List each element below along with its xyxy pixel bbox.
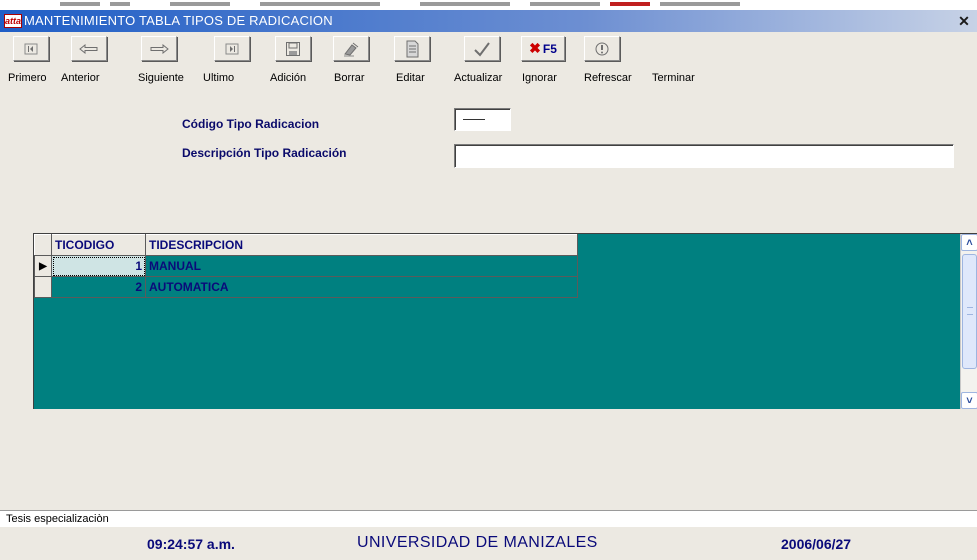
background-artifact-strip: [0, 0, 977, 10]
last-record-button[interactable]: [214, 36, 250, 61]
cell-description[interactable]: MANUAL: [145, 255, 578, 277]
last-label[interactable]: Ultimo: [203, 72, 234, 84]
edit-label[interactable]: Editar: [396, 72, 425, 84]
status-message-bar: Tesis especializaciòn: [0, 510, 977, 527]
input-cursor-line: [463, 119, 485, 120]
description-input[interactable]: [455, 145, 953, 167]
scroll-down-button[interactable]: ˅: [961, 392, 977, 409]
column-header-ticodigo[interactable]: TICODIGO: [51, 234, 146, 256]
toolbar-labels: Primero Anterior Siguiente Ultimo Adició…: [0, 72, 977, 86]
toolbar: ✖ F5: [0, 32, 977, 62]
add-button[interactable]: [275, 36, 311, 61]
edit-button[interactable]: [394, 36, 430, 61]
scroll-up-button[interactable]: ˄: [961, 234, 977, 251]
first-label[interactable]: Primero: [8, 72, 47, 84]
description-field[interactable]: [454, 144, 954, 168]
delete-button[interactable]: [333, 36, 369, 61]
table-row[interactable]: ▶ 1 MANUAL: [34, 255, 578, 277]
checkmark-icon: [473, 41, 491, 57]
table-row[interactable]: 2 AUTOMATICA: [34, 276, 578, 298]
status-message: Tesis especializaciòn: [6, 513, 109, 525]
edit-document-icon: [404, 40, 420, 58]
ignore-button[interactable]: ✖ F5: [521, 36, 565, 61]
finish-button[interactable]: Terminar: [652, 72, 695, 84]
grid-header-row: TICODIGO TIDESCRIPCION: [34, 234, 578, 256]
code-label: Código Tipo Radicacion: [182, 117, 320, 131]
next-record-button[interactable]: [141, 36, 177, 61]
info-bar: 09:24:57 a.m. UNIVERSIDAD DE MANIZALES 2…: [0, 527, 977, 560]
app-logo-icon: atta: [4, 14, 22, 28]
vertical-scrollbar[interactable]: ˄ ˅: [960, 234, 977, 409]
arrow-left-icon: [79, 43, 99, 54]
floppy-disk-icon: [285, 41, 301, 57]
code-field[interactable]: [454, 108, 511, 131]
refresh-button[interactable]: [584, 36, 620, 61]
main-window: atta MANTENIMIENTO TABLA TIPOS DE RADICA…: [0, 10, 977, 560]
records-grid[interactable]: TICODIGO TIDESCRIPCION ▶ 1 MANUAL 2 AUTO…: [33, 233, 977, 409]
previous-label[interactable]: Anterior: [61, 72, 100, 84]
arrow-right-icon: [149, 43, 169, 54]
clock-time: 09:24:57 a.m.: [147, 536, 235, 552]
update-label[interactable]: Actualizar: [454, 72, 502, 84]
chevron-up-icon: ˄: [966, 236, 973, 249]
update-button[interactable]: [464, 36, 500, 61]
institution-name: UNIVERSIDAD DE MANIZALES: [357, 534, 598, 551]
f5-shortcut-label: F5: [542, 41, 557, 56]
previous-record-button[interactable]: [71, 36, 107, 61]
column-header-tidescripcion[interactable]: TIDESCRIPCION: [145, 234, 578, 256]
title-bar[interactable]: atta MANTENIMIENTO TABLA TIPOS DE RADICA…: [0, 10, 977, 32]
refresh-icon: [594, 41, 610, 57]
add-label[interactable]: Adición: [270, 72, 306, 84]
first-record-button[interactable]: [13, 36, 49, 61]
records-table: TICODIGO TIDESCRIPCION ▶ 1 MANUAL 2 AUTO…: [34, 234, 578, 298]
next-label[interactable]: Siguiente: [138, 72, 184, 84]
description-label: Descripción Tipo Radicación: [182, 146, 347, 160]
last-record-icon: [225, 43, 239, 55]
close-button[interactable]: ✕: [955, 12, 973, 30]
cell-code[interactable]: 1: [51, 255, 146, 277]
cell-code[interactable]: 2: [51, 276, 146, 298]
delete-label[interactable]: Borrar: [334, 72, 365, 84]
refresh-label[interactable]: Refrescar: [584, 72, 632, 84]
chevron-down-icon: ˅: [966, 394, 973, 407]
x-f5-icon: ✖: [529, 40, 541, 56]
ignore-label[interactable]: Ignorar: [522, 72, 557, 84]
eraser-icon: [342, 41, 360, 57]
current-date: 2006/06/27: [781, 536, 852, 552]
first-record-icon: [24, 43, 38, 55]
current-row-pointer-icon[interactable]: ▶: [34, 255, 52, 277]
row-selector[interactable]: [34, 276, 52, 298]
scrollbar-thumb[interactable]: [962, 254, 977, 369]
cell-description[interactable]: AUTOMATICA: [145, 276, 578, 298]
window-title: MANTENIMIENTO TABLA TIPOS DE RADICACION: [24, 13, 333, 28]
row-selector-header: [34, 234, 52, 256]
